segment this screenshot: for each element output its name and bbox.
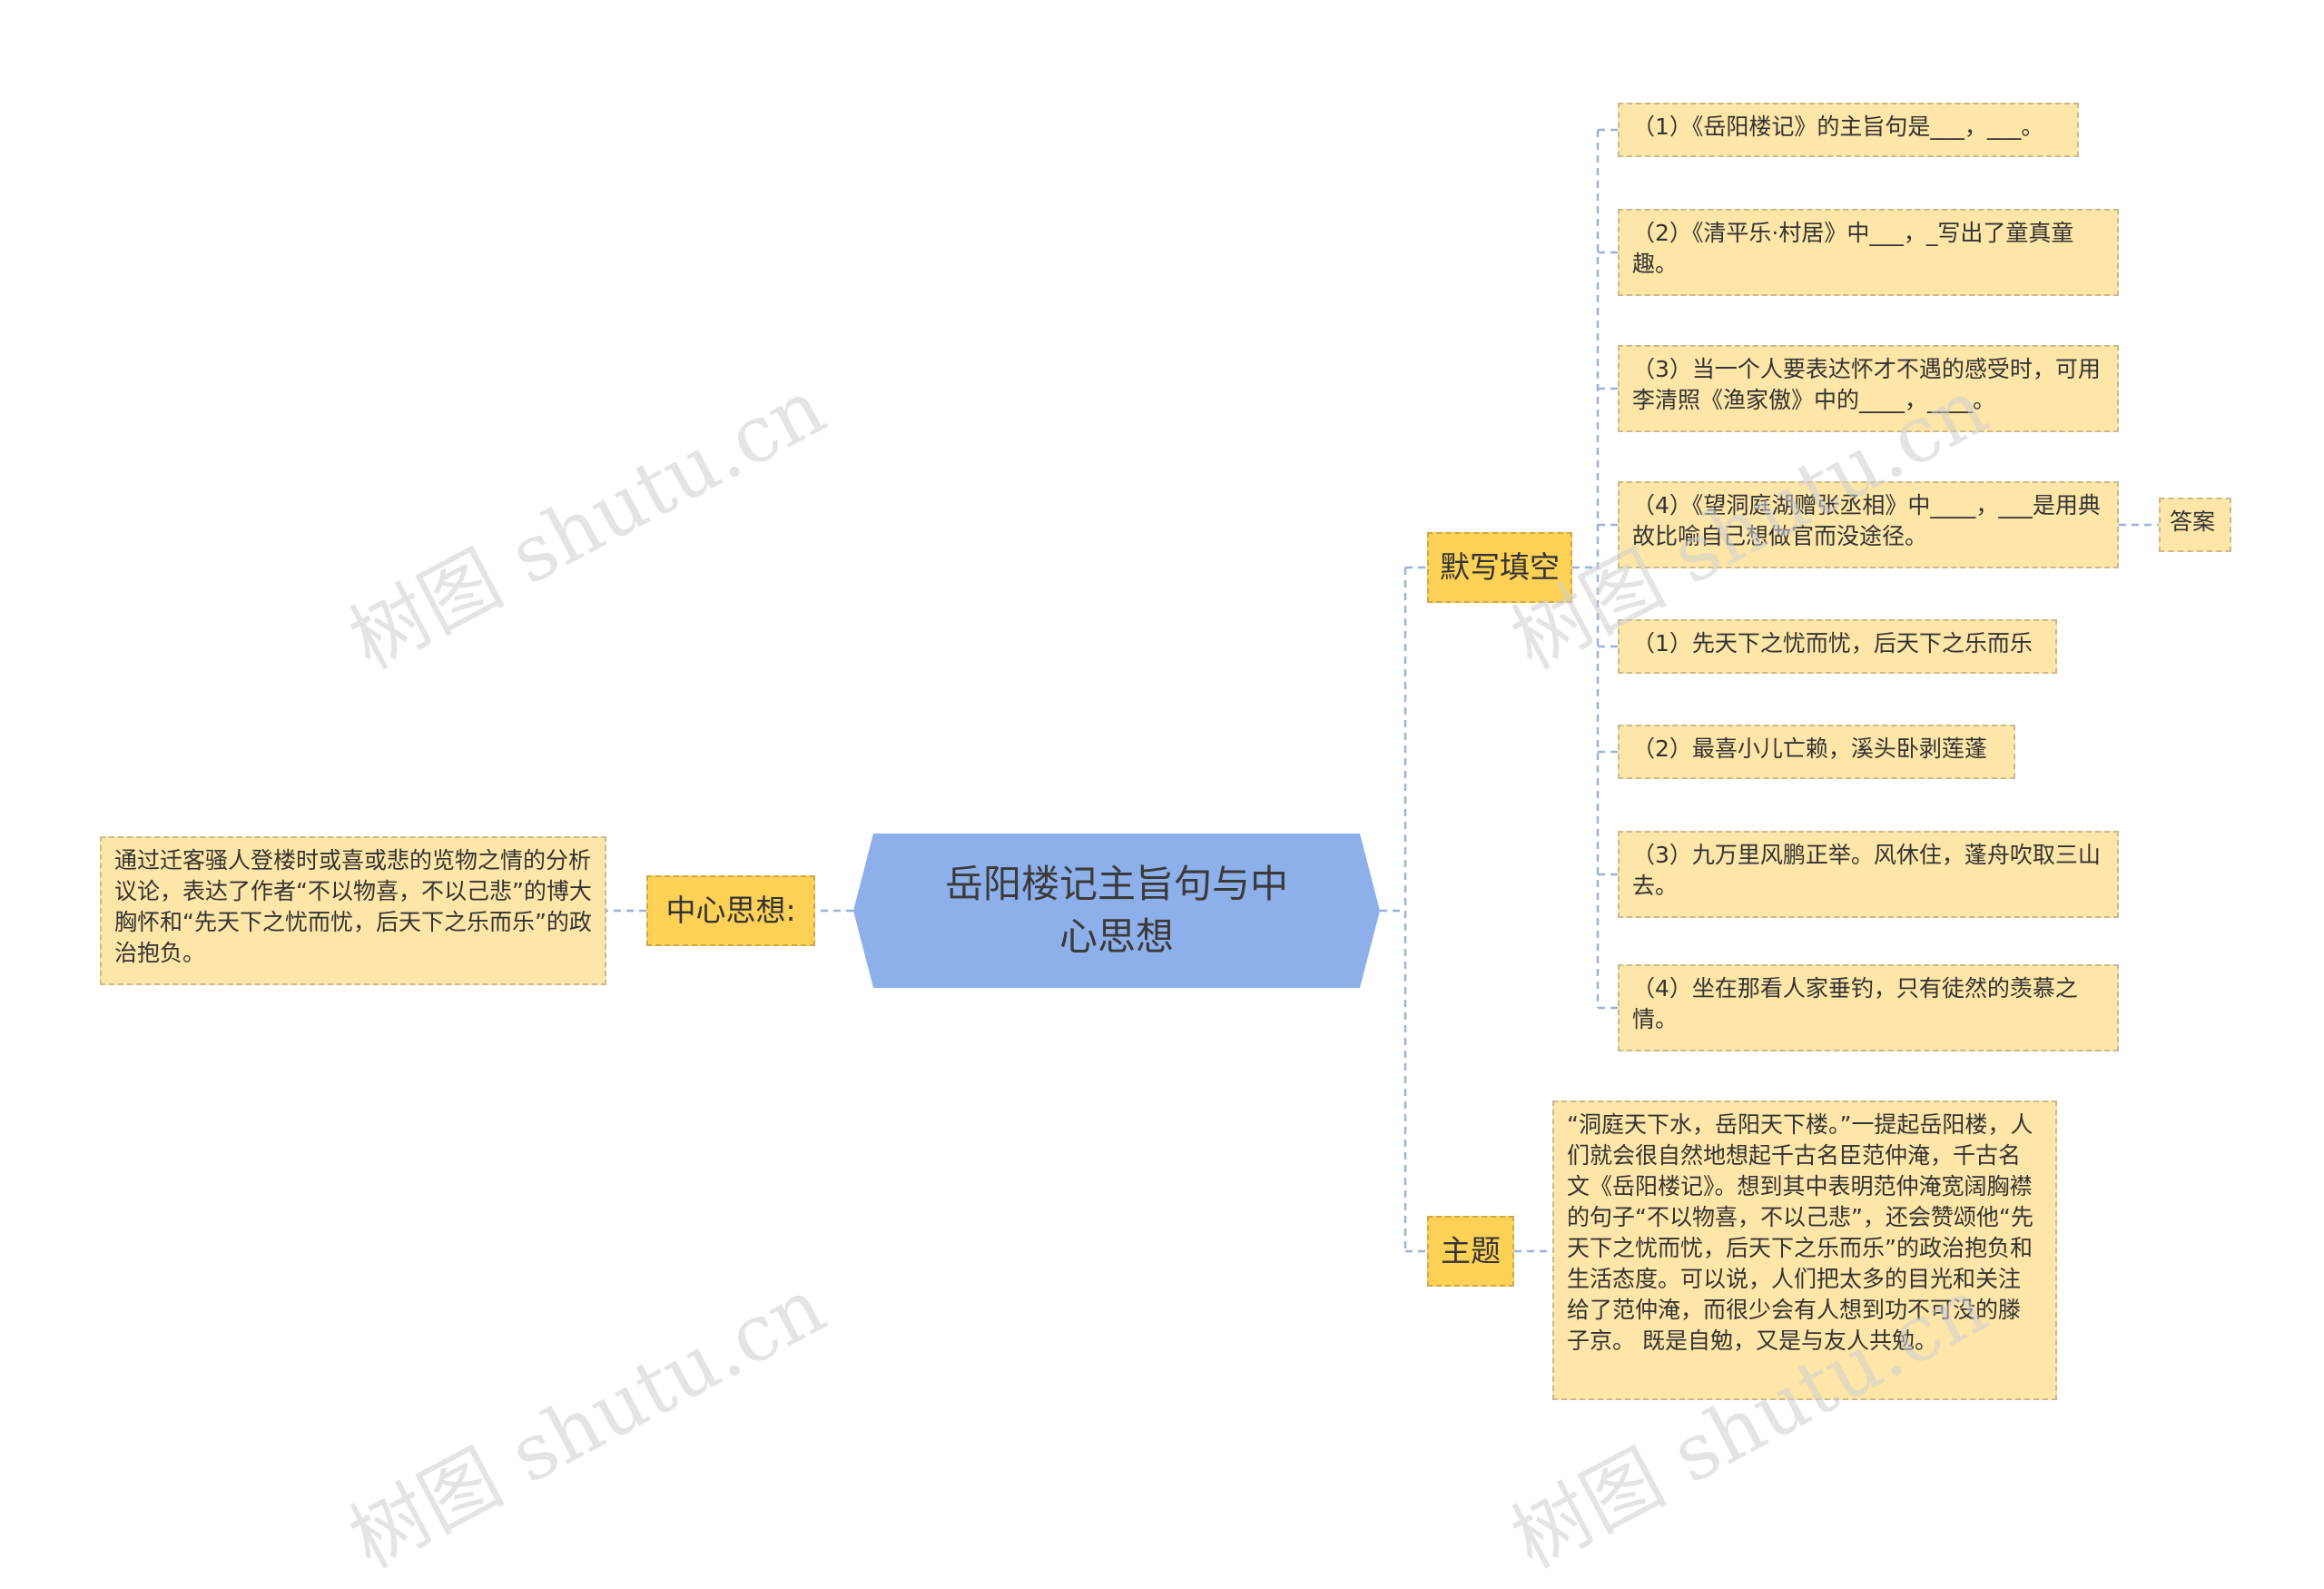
root-title: 岳阳楼记主旨句与中心思想	[944, 862, 1288, 959]
dictation-item-8-text: （4）坐在那看人家垂钓，只有徒然的羡慕之情。	[1632, 975, 2078, 1032]
mind-map-canvas: 岳阳楼记主旨句与中心思想 中心思想: 通过迁客骚人登楼时或喜或悲的览物之情的分析…	[0, 0, 2324, 1586]
dictation-item-3[interactable]: （3）当一个人要表达怀才不遇的感受时，可用李清照《渔家傲》中的____，____…	[1618, 345, 2119, 432]
leaf-central-idea-label: 通过迁客骚人登楼时或喜或悲的览物之情的分析议论，表达了作者“不以物喜，不以己悲”…	[114, 847, 592, 966]
dictation-item-5[interactable]: （1）先天下之忧而忧，后天下之乐而乐	[1618, 619, 2057, 674]
branch-theme-label: 主题	[1441, 1233, 1501, 1268]
answer-tag[interactable]: 答案	[2159, 498, 2231, 552]
root-topic[interactable]: 岳阳楼记主旨句与中心思想	[853, 834, 1380, 988]
dictation-item-1[interactable]: （1）《岳阳楼记》的主旨句是___，___。	[1618, 103, 2079, 157]
dictation-item-4-text: （4）《望洞庭湖赠张丞相》中____，___是用典故比喻自己想做官而没途径。	[1632, 492, 2101, 549]
dictation-item-2-text: （2）《清平乐·村居》中___，_写出了童真童趣。	[1632, 220, 2074, 277]
branch-central-idea[interactable]: 中心思想:	[646, 875, 815, 946]
answer-tag-label: 答案	[2170, 508, 2216, 535]
leaf-theme-label: “洞庭天下水，岳阳天下楼。”一提起岳阳楼，人们就会很自然地想起千古名臣范仲淹，千…	[1567, 1111, 2034, 1354]
dictation-item-5-text: （1）先天下之忧而忧，后天下之乐而乐	[1632, 630, 2033, 656]
dictation-item-1-text: （1）《岳阳楼记》的主旨句是___，___。	[1632, 114, 2044, 140]
dictation-item-7-text: （3）九万里风鹏正举。风休住，蓬舟吹取三山去。	[1632, 842, 2101, 899]
branch-central-idea-label: 中心思想:	[665, 893, 796, 928]
branch-dictation[interactable]: 默写填空	[1427, 532, 1572, 603]
dictation-item-2[interactable]: （2）《清平乐·村居》中___，_写出了童真童趣。	[1618, 209, 2119, 296]
branch-dictation-label: 默写填空	[1440, 549, 1560, 585]
dictation-item-6-text: （2）最喜小儿亡赖，溪头卧剥莲蓬	[1632, 735, 1987, 762]
dictation-item-3-text: （3）当一个人要表达怀才不遇的感受时，可用李清照《渔家傲》中的____，____…	[1632, 356, 2101, 413]
leaf-theme-text[interactable]: “洞庭天下水，岳阳天下楼。”一提起岳阳楼，人们就会很自然地想起千古名臣范仲淹，千…	[1552, 1100, 2057, 1400]
dictation-item-7[interactable]: （3）九万里风鹏正举。风休住，蓬舟吹取三山去。	[1618, 831, 2119, 918]
dictation-item-4[interactable]: （4）《望洞庭湖赠张丞相》中____，___是用典故比喻自己想做官而没途径。	[1618, 481, 2119, 568]
leaf-central-idea-text[interactable]: 通过迁客骚人登楼时或喜或悲的览物之情的分析议论，表达了作者“不以物喜，不以己悲”…	[100, 836, 606, 985]
dictation-item-8[interactable]: （4）坐在那看人家垂钓，只有徒然的羡慕之情。	[1618, 964, 2119, 1051]
branch-theme[interactable]: 主题	[1427, 1216, 1514, 1287]
dictation-item-6[interactable]: （2）最喜小儿亡赖，溪头卧剥莲蓬	[1618, 725, 2015, 779]
